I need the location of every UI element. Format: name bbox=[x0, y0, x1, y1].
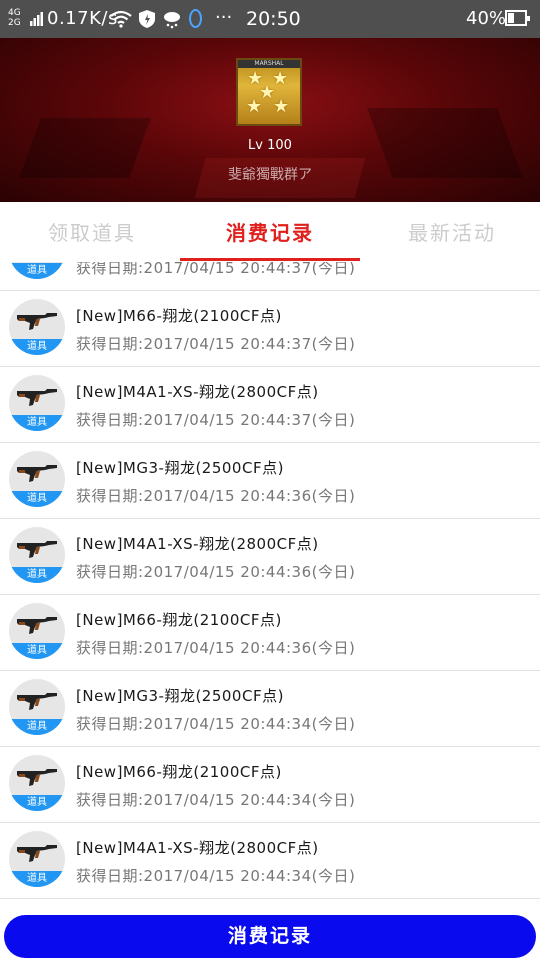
item-type-badge: 道具 bbox=[9, 491, 65, 507]
item-title: [New]M66-翔龙(2100CF点) bbox=[76, 307, 282, 325]
clock: 20:50 bbox=[246, 8, 301, 30]
network-2g-label: 2G bbox=[8, 18, 21, 28]
item-date: 获得日期:2017/04/15 20:44:36(今日) bbox=[76, 487, 356, 505]
tab-claim-items[interactable]: 领取道具 bbox=[48, 217, 136, 246]
item-date: 获得日期:2017/04/15 20:44:37(今日) bbox=[76, 262, 356, 277]
item-title: [New]M4A1-XS-翔龙(2800CF点) bbox=[76, 839, 319, 857]
tab-latest-events[interactable]: 最新活动 bbox=[408, 217, 496, 246]
list-item[interactable]: 道具 [New]MG3-翔龙(2500CF点) 获得日期:2017/04/15 20… bbox=[0, 443, 540, 519]
item-title: [New]MG3-翔龙(2500CF点) bbox=[76, 459, 284, 477]
profile-header: MARSHAL ★ ★ ★ ★ ★ Lv 100 斐爺獨戰群ア bbox=[0, 38, 540, 202]
item-title: [New]M66-翔龙(2100CF点) bbox=[76, 763, 282, 781]
list-item[interactable]: 道具 [New]M4A1-XS-翔龙(2800CF点) 获得日期:2017/04/1… bbox=[0, 367, 540, 443]
purchase-history-button[interactable]: 消费记录 bbox=[4, 915, 536, 958]
player-nickname: 斐爺獨戰群ア bbox=[228, 167, 312, 183]
rank-badge-label: MARSHAL bbox=[238, 60, 300, 68]
star-icon: ★ bbox=[246, 96, 263, 117]
active-tab-indicator bbox=[180, 258, 360, 261]
item-date: 获得日期:2017/04/15 20:44:34(今日) bbox=[76, 867, 356, 885]
player-level: Lv 100 bbox=[248, 138, 292, 153]
tab-bar: 领取道具 消费记录 最新活动 bbox=[0, 202, 540, 260]
network-speed: 0.17K/s bbox=[47, 8, 118, 29]
battery-fill bbox=[508, 13, 515, 23]
item-date: 获得日期:2017/04/15 20:44:36(今日) bbox=[76, 639, 356, 657]
item-title: [New]M4A1-XS-翔龙(2800CF点) bbox=[76, 535, 319, 553]
list-item[interactable]: 道具[New]MG3-翔龙(2500CF点)获得日期:2017/04/15 20… bbox=[0, 262, 540, 291]
item-type-badge: 道具 bbox=[9, 339, 65, 355]
item-type-badge: 道具 bbox=[9, 415, 65, 431]
item-title: [New]M4A1-XS-翔龙(2800CF点) bbox=[76, 383, 319, 401]
more-icon: ··· bbox=[215, 7, 233, 28]
item-date: 获得日期:2017/04/15 20:44:34(今日) bbox=[76, 715, 356, 733]
shield-icon bbox=[139, 10, 155, 28]
rifle-icon bbox=[17, 389, 57, 406]
status-bar: 4G 2G 0.17K/s ··· 20:50 40% bbox=[0, 0, 540, 38]
item-thumbnail: 道具 bbox=[9, 527, 65, 583]
item-thumbnail: 道具 bbox=[9, 831, 65, 887]
list-item[interactable]: 道具 [New]MG3-翔龙(2500CF点) 获得日期:2017/04/15 20… bbox=[0, 671, 540, 747]
list-item[interactable]: 道具 [New]M4A1-XS-翔龙(2800CF点) 获得日期:2017/04/1… bbox=[0, 823, 540, 899]
item-thumbnail: 道具 bbox=[9, 679, 65, 735]
list-scroll-content: 道具 [New]MG3-翔龙(2500CF点) 获得日期:2017/04/15 20… bbox=[0, 262, 540, 899]
item-date: 获得日期:2017/04/15 20:44:34(今日) bbox=[76, 791, 356, 809]
item-type-badge: 道具 bbox=[9, 719, 65, 735]
rank-badge: MARSHAL ★ ★ ★ ★ ★ bbox=[236, 58, 302, 126]
rifle-icon bbox=[17, 845, 57, 862]
item-thumbnail: 道具 bbox=[9, 262, 65, 279]
item-type-badge: 道具 bbox=[9, 263, 65, 279]
item-thumbnail: 道具 bbox=[9, 451, 65, 507]
rifle-icon bbox=[17, 617, 57, 634]
rifle-icon bbox=[17, 769, 57, 786]
item-title: [New]MG3-翔龙(2500CF点) bbox=[76, 687, 284, 705]
weather-icon bbox=[164, 12, 180, 29]
item-type-badge: 道具 bbox=[9, 643, 65, 659]
rifle-icon bbox=[17, 313, 57, 330]
item-thumbnail: 道具 bbox=[9, 299, 65, 355]
battery-percent: 40% bbox=[466, 8, 507, 29]
battery-icon bbox=[505, 10, 530, 26]
star-icon: ★ bbox=[273, 96, 290, 117]
item-type-badge: 道具 bbox=[9, 795, 65, 811]
item-thumbnail: 道具 bbox=[9, 755, 65, 811]
network-4g-label: 4G bbox=[8, 8, 21, 18]
wifi-icon bbox=[110, 10, 132, 28]
rifle-icon bbox=[17, 465, 57, 482]
signal-icon bbox=[30, 12, 43, 26]
ring-icon bbox=[189, 9, 202, 28]
item-date: 获得日期:2017/04/15 20:44:37(今日) bbox=[76, 411, 356, 429]
item-date: 获得日期:2017/04/15 20:44:37(今日) bbox=[76, 335, 356, 353]
item-thumbnail: 道具 bbox=[9, 375, 65, 431]
list-item[interactable]: 道具 [New]M66-翔龙(2100CF点) 获得日期:2017/04/15 20… bbox=[0, 291, 540, 367]
item-date: 获得日期:2017/04/15 20:44:36(今日) bbox=[76, 563, 356, 581]
rifle-icon bbox=[17, 541, 57, 558]
network-type: 4G 2G bbox=[8, 8, 21, 28]
list-item[interactable]: 道具 [New]M66-翔龙(2100CF点) 获得日期:2017/04/15 20… bbox=[0, 595, 540, 671]
purchase-history-list[interactable]: 道具 [New]MG3-翔龙(2500CF点) 获得日期:2017/04/15 20… bbox=[0, 262, 540, 910]
item-thumbnail: 道具 bbox=[9, 603, 65, 659]
rifle-icon bbox=[17, 693, 57, 710]
item-type-badge: 道具 bbox=[9, 871, 65, 887]
list-item[interactable]: 道具 [New]M4A1-XS-翔龙(2800CF点) 获得日期:2017/04/1… bbox=[0, 519, 540, 595]
item-title: [New]M66-翔龙(2100CF点) bbox=[76, 611, 282, 629]
list-item[interactable]: 道具 [New]M66-翔龙(2100CF点) 获得日期:2017/04/15 20… bbox=[0, 747, 540, 823]
tab-purchase-history[interactable]: 消费记录 bbox=[226, 217, 314, 246]
item-type-badge: 道具 bbox=[9, 567, 65, 583]
